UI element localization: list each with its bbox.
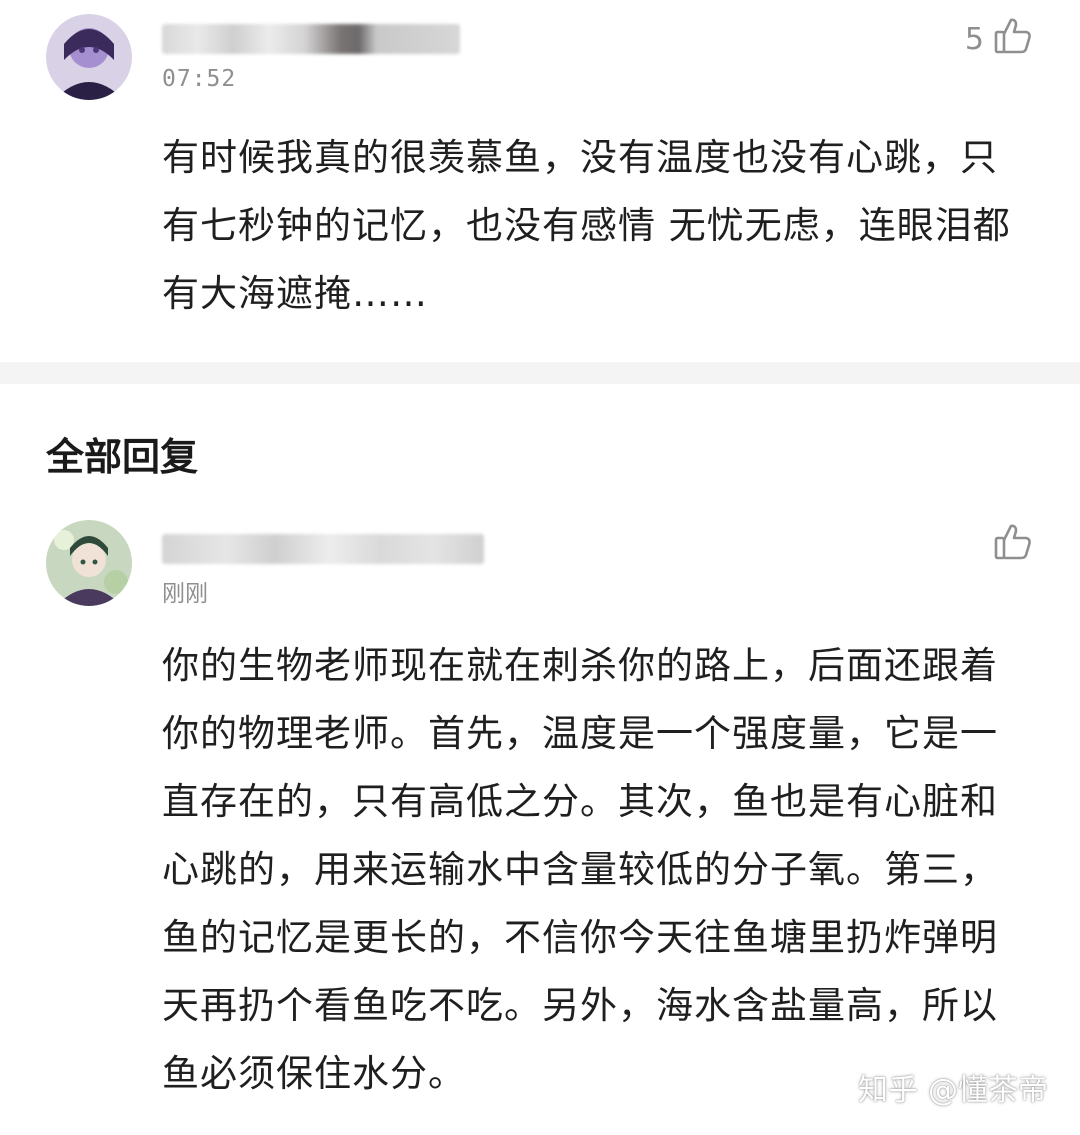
user-avatar[interactable] xyxy=(46,14,132,100)
reply-username-blurred[interactable] xyxy=(162,534,484,564)
comment-text: 有时候我真的很羡慕鱼，没有温度也没有心跳，只有七秒钟的记忆，也没有感情 无忧无虑… xyxy=(162,136,1011,315)
reply-text: 你的生物老师现在就在刺杀你的路上，后面还跟着你的物理老师。首先，温度是一个强度量… xyxy=(162,644,998,1095)
like-count: 5 xyxy=(964,21,984,57)
like-button[interactable]: 5 xyxy=(965,14,1034,64)
thumbs-up-icon xyxy=(992,520,1034,570)
watermark-handle: @懂茶帝 xyxy=(928,1073,1048,1108)
reply-item: 刚刚 你的生物老师现在就在刺杀你的路上，后面还跟着你的物理老师。首先，温度是一个… xyxy=(0,500,1080,1135)
replies-section-title: 全部回复 xyxy=(46,435,199,479)
thumbs-up-icon xyxy=(992,14,1034,64)
watermark-brand: 知乎 xyxy=(858,1073,918,1108)
comment-time: 07:52 xyxy=(162,66,237,92)
section-divider xyxy=(0,362,1080,384)
reply-avatar[interactable] xyxy=(46,520,132,606)
comment-item: 07:52 5 有时候我真的很羡慕鱼，没有温度也没有心跳，只有七秒钟的记忆，也没… xyxy=(0,0,1080,360)
username-blurred[interactable] xyxy=(162,24,460,54)
watermark: 知乎 @懂茶帝 xyxy=(858,1065,1048,1109)
reply-like-button[interactable] xyxy=(992,520,1034,570)
reply-time: 刚刚 xyxy=(162,581,208,607)
